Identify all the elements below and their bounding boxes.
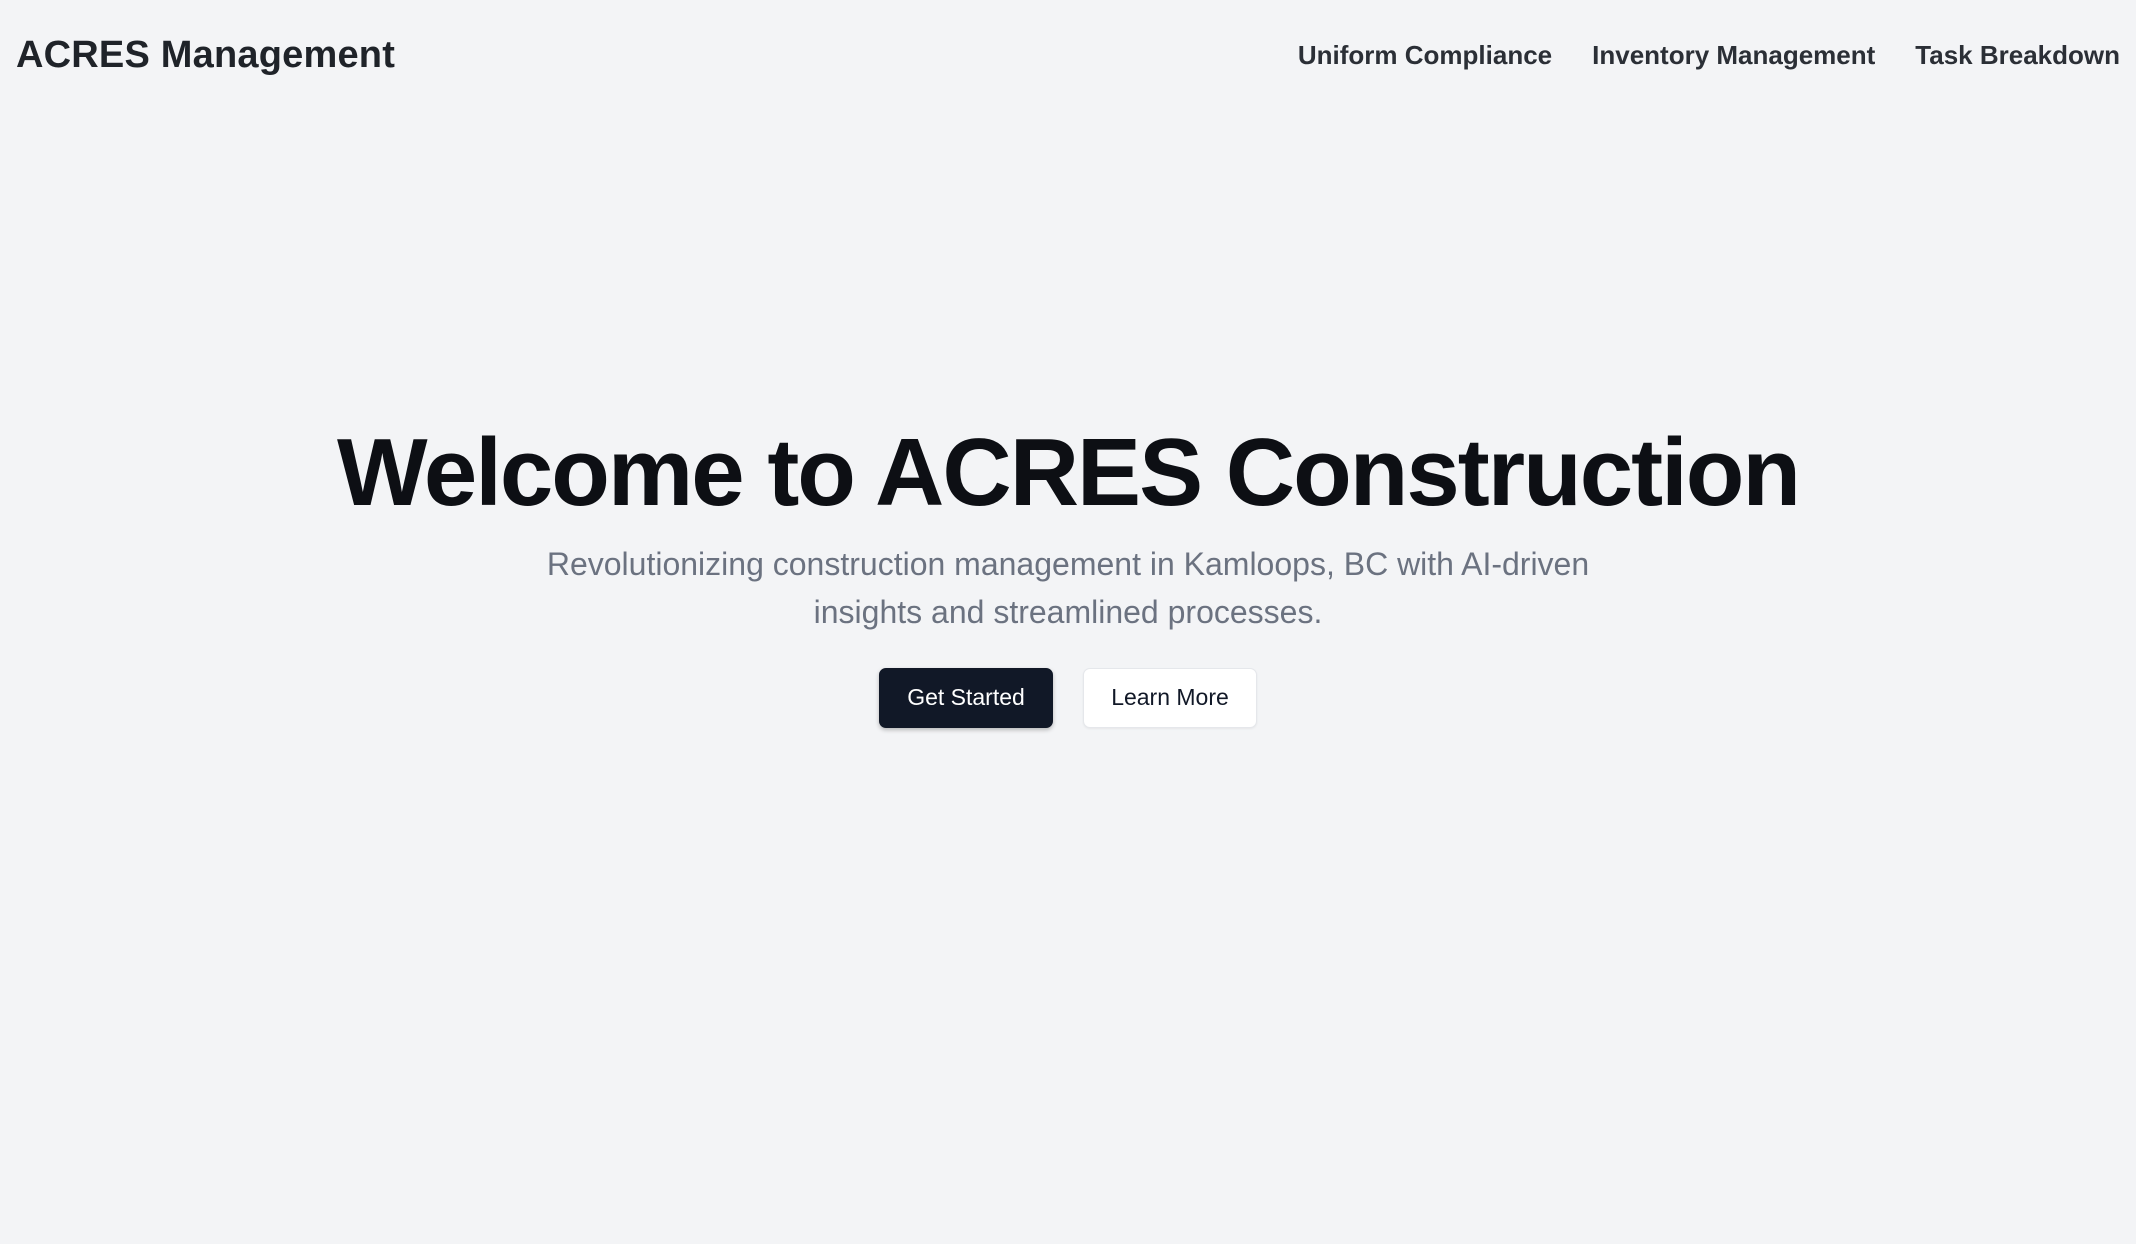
top-navbar: ACRES Management Uniform Compliance Inve…	[0, 0, 2136, 110]
page: ACRES Management Uniform Compliance Inve…	[0, 0, 2136, 1244]
nav-link-task-breakdown[interactable]: Task Breakdown	[1915, 40, 2120, 71]
brand-logo-link[interactable]: ACRES Management	[16, 34, 395, 77]
hero-title: Welcome to ACRES Construction	[336, 419, 1801, 526]
hero-actions: Get Started Learn More	[879, 667, 1257, 728]
get-started-button[interactable]: Get Started	[879, 667, 1053, 728]
learn-more-button[interactable]: Learn More	[1083, 667, 1257, 728]
hero-section: Welcome to ACRES Construction Revolution…	[0, 420, 2136, 728]
nav-link-uniform-compliance[interactable]: Uniform Compliance	[1298, 40, 1552, 71]
nav-link-inventory-management[interactable]: Inventory Management	[1592, 40, 1875, 71]
main-nav: Uniform Compliance Inventory Management …	[1298, 40, 2120, 71]
hero-subtitle: Revolutionizing construction management …	[546, 545, 1590, 630]
